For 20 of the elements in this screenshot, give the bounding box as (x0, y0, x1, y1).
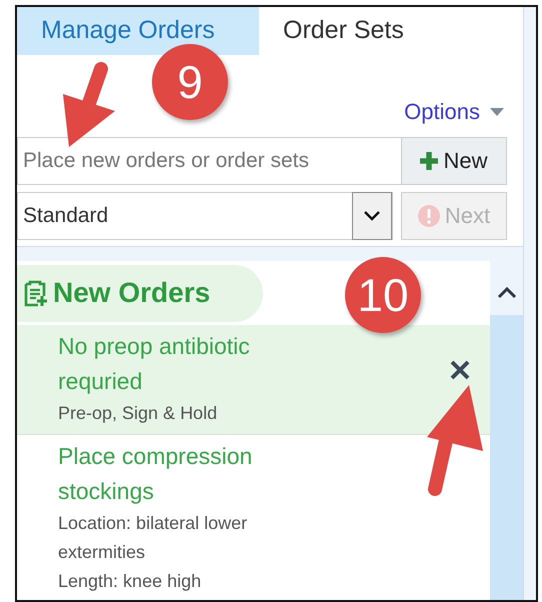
plus-icon (420, 152, 438, 170)
caret-icon (490, 108, 504, 116)
order-title: Place compression stockings (58, 442, 254, 506)
order-detail: Location: bilateral lower extermities (58, 512, 248, 564)
order-item[interactable]: No preop antibiotic requried Pre-op, Sign & Hold (17, 325, 490, 435)
chevron-down-icon (364, 211, 380, 221)
order-title: No preop antibiotic requried (58, 332, 251, 396)
scroll-up-icon[interactable] (496, 287, 516, 299)
tab[interactable]: Manage Orders (17, 7, 259, 55)
order-search-field[interactable]: Place new orders or order sets (17, 137, 401, 185)
clipboard-icon (23, 279, 47, 307)
section-title: New Orders (53, 277, 210, 309)
alert-icon (418, 205, 440, 227)
mode-dropdown[interactable]: Standard (17, 192, 393, 240)
tab[interactable]: Order Sets (259, 7, 428, 55)
close-icon[interactable] (450, 360, 470, 380)
order-detail: Length: knee high (58, 570, 202, 593)
options-menu[interactable]: Options (404, 99, 480, 125)
new-button[interactable]: New (401, 137, 507, 185)
order-detail: Pre-op, Sign & Hold (58, 402, 218, 425)
